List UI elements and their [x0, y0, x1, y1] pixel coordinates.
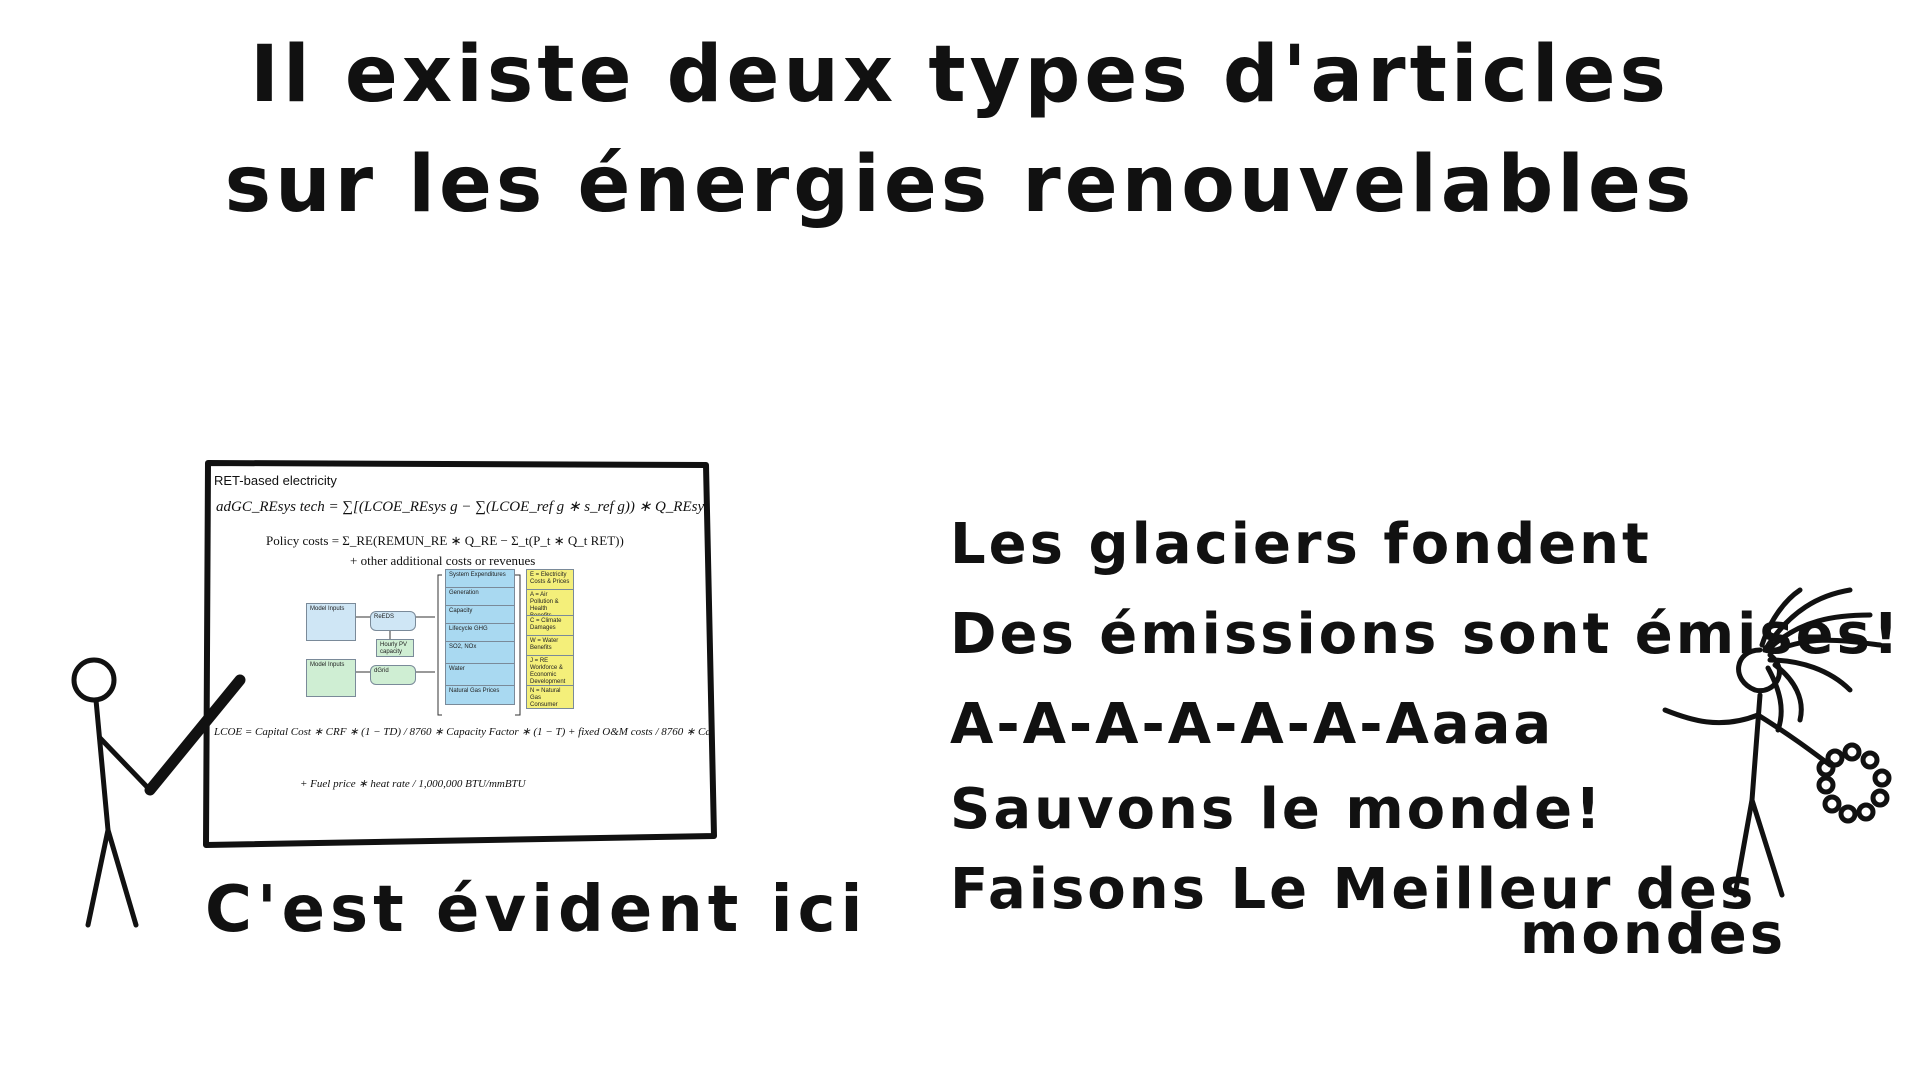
left-figure-body: [93, 697, 111, 833]
presentation-board: RET-based electricity adGC_REsys tech = …: [210, 467, 710, 842]
diagram-blue-box-5: SO2, NOx: [445, 641, 515, 665]
diagram-yellow-box-3: C = Climate Damages: [526, 615, 574, 637]
right-line-4: Sauvons le monde!: [950, 777, 1604, 842]
formula-lcoe: LCOE = Capital Cost ∗ CRF ∗ (1 − TD) / 8…: [214, 726, 710, 738]
right-figure-body: [1749, 692, 1763, 803]
diagram-inputs-bottom: Model Inputs: [306, 659, 356, 697]
right-line-6: mondes: [1520, 902, 1787, 967]
formula-fuel: + Fuel price ∗ heat rate / 1,000,000 BTU…: [300, 778, 526, 790]
diagram-yellow-box-1: E = Electricity Costs & Prices: [526, 569, 574, 591]
diagram-reeds: ReEDS: [370, 611, 416, 631]
diagram-blue-box-7: Natural Gas Prices: [445, 685, 515, 705]
left-stick-figure: [71, 657, 153, 928]
caption-left: C'est évident ici: [205, 873, 868, 947]
right-line-3: A-A-A-A-A-A-Aaaa: [950, 692, 1555, 757]
right-figure-arm-right: [1755, 712, 1833, 768]
right-figure-leg-right: [1749, 797, 1785, 898]
left-figure-head: [71, 657, 117, 703]
diagram-dgrid: dGrid: [370, 665, 416, 685]
diagram-yellow-box-4: W = Water Benefits: [526, 635, 574, 657]
left-figure-leg-right: [105, 827, 139, 928]
right-figure-arm-left: [1662, 707, 1761, 726]
diagram-hourly: Hourly PV capacity: [376, 639, 414, 657]
diagram-yellow-box-2: A = Air Pollution & Health Benefits: [526, 589, 574, 617]
diagram-blue-box-1: System Expenditures: [445, 569, 515, 589]
left-figure-leg-left: [85, 827, 111, 928]
diagram-yellow-box-5: J = RE Workforce & Economic Development: [526, 655, 574, 687]
left-figure-arm: [97, 735, 153, 793]
diagram-inputs-top: Model Inputs: [306, 603, 356, 641]
diagram-blue-box-3: Capacity: [445, 605, 515, 625]
right-line-1: Les glaciers fondent: [950, 512, 1652, 577]
diagram-blue-box-2: Generation: [445, 587, 515, 607]
diagram-yellow-box-6: N = Natural Gas Consumer Benefits: [526, 685, 574, 709]
diagram-blue-box-6: Water: [445, 663, 515, 687]
diagram-blue-box-4: Lifecycle GHG: [445, 623, 515, 643]
right-line-2: Des émissions sont émises!: [950, 602, 1902, 667]
beads-icon: [1816, 742, 1892, 824]
